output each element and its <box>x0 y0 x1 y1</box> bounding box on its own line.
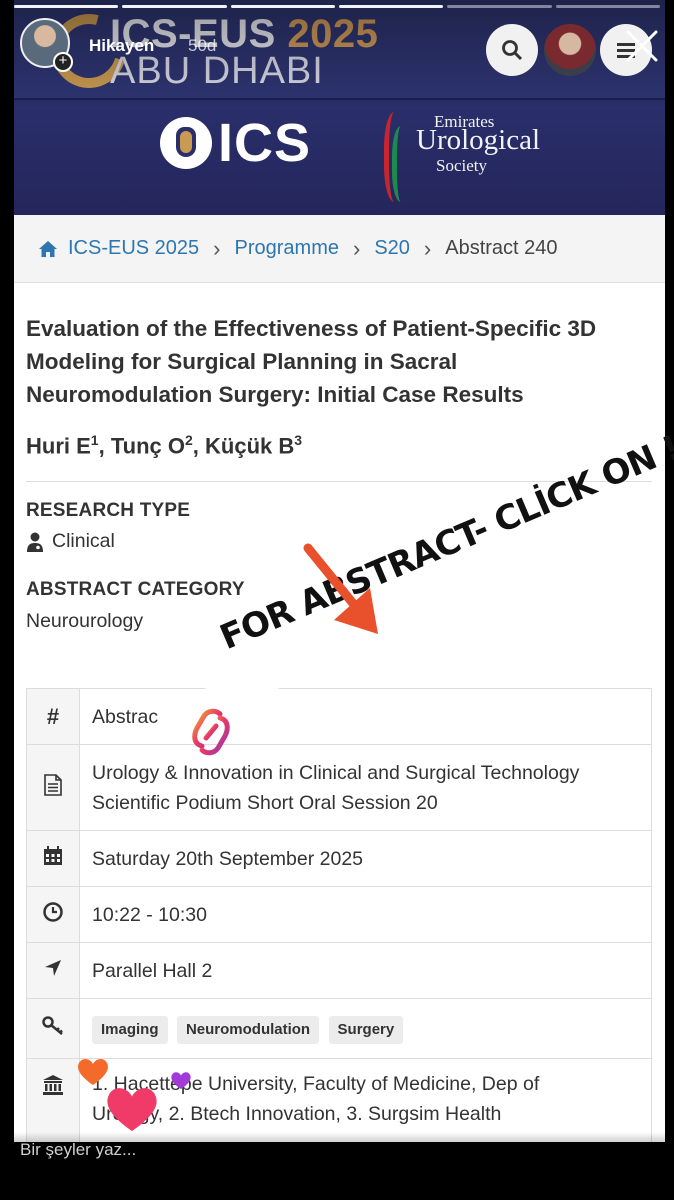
table-row: Urology & Innovation in Clinical and Sur… <box>26 744 652 831</box>
breadcrumb: ICS-EUS 2025 › Programme › S20 › Abstrac… <box>14 215 665 283</box>
breadcrumb-home-link[interactable]: ICS-EUS 2025 <box>68 237 199 260</box>
breadcrumb-session-link[interactable]: S20 <box>374 237 410 260</box>
session-name: Urology & Innovation in Clinical and Sur… <box>79 744 652 831</box>
session-time: 10:22 - 10:30 <box>79 886 652 943</box>
abstract-title: Evaluation of the Effectiveness of Patie… <box>26 316 597 407</box>
story-progress <box>14 5 660 8</box>
progress-segment <box>230 5 335 8</box>
story-timestamp: 50d <box>188 36 217 55</box>
search-button[interactable] <box>486 24 538 76</box>
link-icon <box>192 708 230 756</box>
document-icon <box>44 773 62 796</box>
abstract-info-table: # Abstrac Urology & Innovation in Clinic… <box>26 688 652 1142</box>
hashtag-icon: # <box>46 703 60 729</box>
institution-icon <box>43 1075 63 1095</box>
user-doctor-icon <box>27 532 43 552</box>
banner-city: ABU DHABI <box>110 50 324 92</box>
keywords: Imaging Neuromodulation Surgery <box>79 998 652 1059</box>
table-row: Parallel Hall 2 <box>26 942 652 999</box>
progress-segment <box>447 5 552 8</box>
progress-segment <box>555 5 660 8</box>
add-story-icon[interactable]: + <box>53 52 73 72</box>
heart-icon <box>171 1072 191 1090</box>
session-date: Saturday 20th September 2025 <box>79 830 652 887</box>
search-icon <box>502 40 523 61</box>
table-row: Imaging Neuromodulation Surgery <box>26 998 652 1059</box>
affiliations: 1. Hacettepe University, Faculty of Medi… <box>79 1058 652 1142</box>
profile-avatar-button[interactable] <box>544 24 596 76</box>
keyword-tag[interactable]: Neuromodulation <box>176 1016 320 1044</box>
abstract-category-value: Neurourology <box>26 610 144 632</box>
location-arrow-icon <box>45 959 61 976</box>
eus-logo: Emirates Urological Society <box>376 108 546 208</box>
table-row: Saturday 20th September 2025 <box>26 830 652 887</box>
author-list: Huri E1, Tunç O2, Küçük B3 <box>26 432 303 459</box>
progress-segment <box>122 5 227 8</box>
keyword-tag[interactable]: Surgery <box>328 1016 404 1044</box>
ics-logo-icon <box>160 117 212 169</box>
keyword-tag[interactable]: Imaging <box>92 1016 168 1044</box>
progress-segment <box>14 5 119 8</box>
breadcrumb-programme-link[interactable]: Programme <box>235 237 339 260</box>
story-username[interactable]: Hikayen <box>89 36 154 56</box>
close-icon[interactable] <box>622 26 662 66</box>
calendar-icon <box>44 845 62 865</box>
chevron-right-icon: › <box>213 235 221 261</box>
research-type-value: Clinical <box>26 530 115 553</box>
breadcrumb-current: Abstract 240 <box>445 237 558 259</box>
session-location: Parallel Hall 2 <box>79 942 652 999</box>
research-type-label: RESEARCH TYPE <box>26 500 191 521</box>
chevron-right-icon: › <box>423 235 432 261</box>
progress-segment <box>338 5 444 8</box>
key-icon <box>42 1015 63 1035</box>
reply-input[interactable]: Bir şeyler yaz... <box>20 1140 136 1160</box>
link-sticker[interactable]: FOR ABSTRACT- CLİCK ON ! <box>192 428 674 756</box>
home-icon <box>39 240 57 257</box>
chevron-right-icon: › <box>352 235 361 261</box>
clock-icon <box>43 901 63 922</box>
table-row: 10:22 - 10:30 <box>26 886 652 943</box>
arrow-annotation-icon <box>303 543 378 634</box>
heart-icon <box>107 1088 157 1132</box>
ics-logo: ICS <box>160 112 311 174</box>
